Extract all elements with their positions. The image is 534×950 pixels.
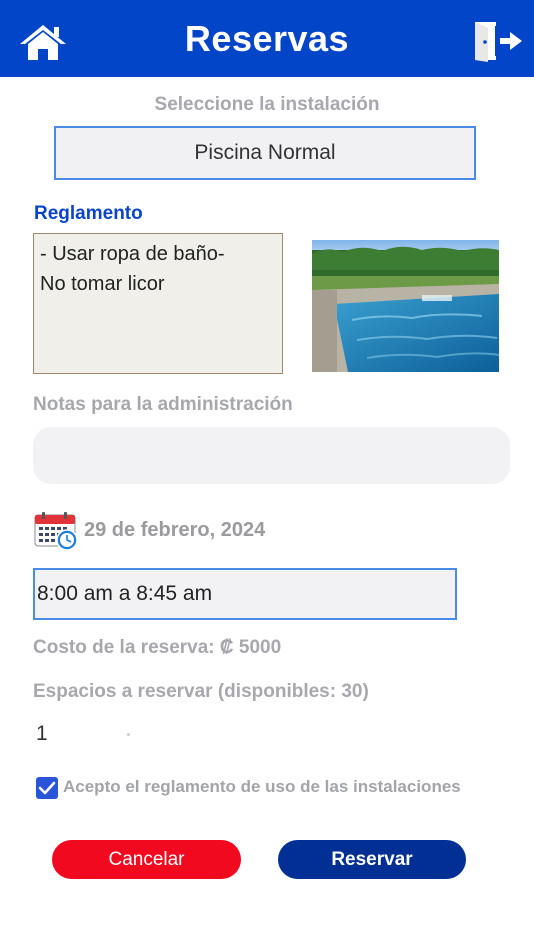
app-header: Reservas xyxy=(0,0,534,77)
logout-icon[interactable] xyxy=(472,20,524,62)
facility-select-value: Piscina Normal xyxy=(194,141,336,164)
facility-select[interactable]: Piscina Normal xyxy=(54,126,476,180)
facility-label: Seleccione la instalación xyxy=(154,94,380,115)
cancel-button[interactable]: Cancelar xyxy=(52,840,241,879)
reserve-button[interactable]: Reservar xyxy=(278,840,466,879)
rules-line-2: No tomar licor xyxy=(40,273,165,295)
rules-label: Reglamento xyxy=(34,203,143,224)
agreement-label[interactable]: Acepto el reglamento de uso de las insta… xyxy=(63,777,461,797)
spaces-input[interactable]: 1 xyxy=(36,722,48,746)
page-title: Reservas xyxy=(184,18,350,59)
time-slot-select[interactable]: 8:00 am a 8:45 am xyxy=(33,568,457,620)
rules-text-box: - Usar ropa de baño- No tomar licor xyxy=(33,233,283,374)
time-slot-value: 8:00 am a 8:45 am xyxy=(37,582,213,605)
rules-line-1: - Usar ropa de baño- xyxy=(40,243,225,265)
date-text[interactable]: 29 de febrero, 2024 xyxy=(84,519,265,542)
calendar-icon[interactable] xyxy=(34,512,80,552)
agreement-checkbox[interactable] xyxy=(36,777,58,799)
facility-photo xyxy=(312,240,499,372)
notes-label: Notas para la administración xyxy=(33,394,293,415)
notes-input[interactable] xyxy=(33,427,510,484)
cost-text: Costo de la reserva: ₡ 5000 xyxy=(33,637,282,658)
spaces-label: Espacios a reservar (disponibles: 30) xyxy=(33,681,369,702)
stepper-dot xyxy=(127,733,130,736)
